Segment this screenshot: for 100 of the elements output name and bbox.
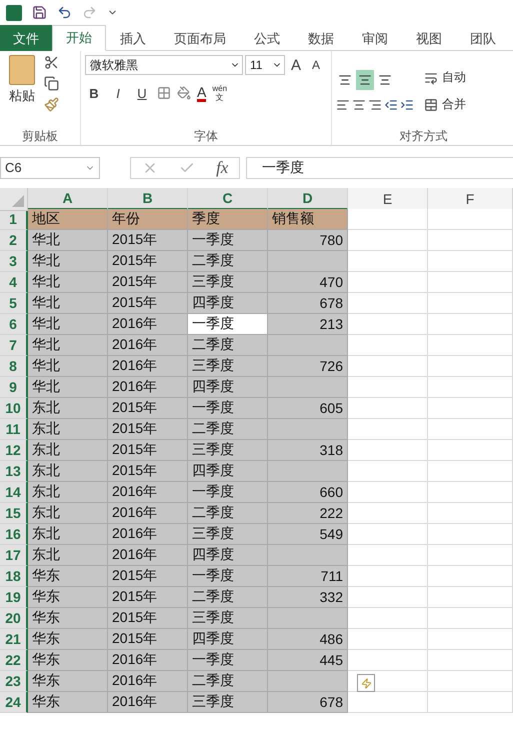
row-header[interactable]: 12 xyxy=(0,440,28,461)
cell-text: 华北 xyxy=(32,315,60,333)
copy-icon[interactable] xyxy=(44,76,59,91)
row-header[interactable]: 8 xyxy=(0,356,28,377)
cell-text: 470 xyxy=(320,274,343,290)
ribbon-tab[interactable]: 团队 xyxy=(456,25,510,51)
cell-text: 华北 xyxy=(32,231,60,249)
row-header[interactable]: 4 xyxy=(0,272,28,293)
insert-function-button[interactable]: fx xyxy=(216,158,228,178)
cell-text: 四季度 xyxy=(192,462,234,480)
cell-text: 549 xyxy=(320,526,343,542)
cell-text: 三季度 xyxy=(192,273,234,291)
ribbon-tab[interactable]: 公式 xyxy=(240,25,294,51)
ribbon-tab[interactable]: 视图 xyxy=(402,25,456,51)
cell-text: 四季度 xyxy=(192,378,234,396)
cell-text: 华东 xyxy=(32,630,60,648)
align-right-icon[interactable] xyxy=(368,98,382,112)
ribbon-tab[interactable]: 审阅 xyxy=(348,25,402,51)
row-header[interactable]: 13 xyxy=(0,461,28,482)
row-header[interactable]: 7 xyxy=(0,335,28,356)
row-header[interactable]: 2 xyxy=(0,230,28,251)
ribbon-tab[interactable]: 页面布局 xyxy=(160,25,240,51)
phonetic-button[interactable]: wén 文 xyxy=(212,84,228,102)
row-header[interactable]: 9 xyxy=(0,377,28,398)
column-header[interactable]: F xyxy=(428,188,513,210)
align-center-icon[interactable] xyxy=(352,98,366,112)
row-header[interactable]: 17 xyxy=(0,545,28,566)
cell-text: 一季度 xyxy=(192,567,234,585)
formula-input-field[interactable]: 一季度 xyxy=(246,156,513,178)
row-header[interactable]: 21 xyxy=(0,629,28,650)
row-header[interactable]: 18 xyxy=(0,566,28,587)
row-header[interactable]: 19 xyxy=(0,587,28,608)
name-box[interactable]: C6 xyxy=(0,156,100,178)
borders-icon[interactable] xyxy=(157,86,171,100)
row-header[interactable]: 15 xyxy=(0,503,28,524)
shrink-font-button[interactable]: A xyxy=(307,55,325,75)
merge-icon[interactable] xyxy=(424,98,438,112)
cell-text: 2015年 xyxy=(112,630,158,648)
row-header[interactable]: 24 xyxy=(0,692,28,713)
cell-text: 三季度 xyxy=(192,609,234,627)
ribbon-tab[interactable]: 数据 xyxy=(294,25,348,51)
row-header[interactable]: 10 xyxy=(0,398,28,419)
row-header[interactable]: 23 xyxy=(0,671,28,692)
indent-increase-icon[interactable] xyxy=(400,98,414,112)
cell-text: 2016年 xyxy=(112,378,158,396)
merge-button[interactable]: 合并 xyxy=(442,96,466,113)
indent-decrease-icon[interactable] xyxy=(384,98,398,112)
cell-text: 三季度 xyxy=(192,693,234,711)
italic-button[interactable]: I xyxy=(109,83,127,103)
row-header[interactable]: 1 xyxy=(0,209,28,230)
row-header[interactable]: 22 xyxy=(0,650,28,671)
column-header[interactable]: D xyxy=(268,188,348,210)
cell-text: 678 xyxy=(320,694,343,710)
cell-text: 东北 xyxy=(32,441,60,459)
cell-text: 2015年 xyxy=(112,252,158,270)
fill-color-icon[interactable] xyxy=(177,86,191,100)
wrap-text-button[interactable]: 自动 xyxy=(442,69,466,86)
quick-analysis-button[interactable] xyxy=(357,674,375,692)
cell-text: 2016年 xyxy=(112,546,158,564)
row-header[interactable]: 11 xyxy=(0,419,28,440)
cell-text: 2016年 xyxy=(112,357,158,375)
bold-button[interactable]: B xyxy=(85,83,103,103)
cell-text: 2015年 xyxy=(112,441,158,459)
cell-text: 东北 xyxy=(32,462,60,480)
scissors-icon[interactable] xyxy=(44,55,59,70)
font-name-field[interactable]: 微软雅黑 xyxy=(85,55,243,75)
row-header[interactable]: 16 xyxy=(0,524,28,545)
row-header[interactable]: 20 xyxy=(0,608,28,629)
cell-text: 2016年 xyxy=(112,651,158,669)
cell-text: 东北 xyxy=(32,399,60,417)
cell-text: 一季度 xyxy=(192,651,234,669)
cell-text: 华北 xyxy=(32,294,60,312)
row-header[interactable]: 6 xyxy=(0,314,28,335)
grow-font-button[interactable]: A xyxy=(287,55,305,75)
middle-align-button[interactable] xyxy=(356,70,374,90)
row-header[interactable]: 14 xyxy=(0,482,28,503)
underline-button[interactable]: U xyxy=(133,83,151,103)
row-header[interactable]: 3 xyxy=(0,251,28,272)
cell-text: 2015年 xyxy=(112,588,158,606)
cell-text: 东北 xyxy=(32,546,60,564)
paintbrush-icon[interactable] xyxy=(44,97,59,112)
column-header[interactable]: E xyxy=(348,188,428,210)
undo-icon[interactable] xyxy=(57,5,72,20)
paste-button[interactable]: 粘贴 xyxy=(4,55,40,127)
font-color-button[interactable]: A xyxy=(197,84,206,102)
group-title: 剪贴板 xyxy=(21,128,59,145)
row-header[interactable]: 5 xyxy=(0,293,28,314)
ribbon-tab[interactable]: 插入 xyxy=(106,25,160,51)
lines-icon xyxy=(358,73,372,87)
cell-text: 季度 xyxy=(192,210,220,228)
ribbon-tab[interactable]: 开始 xyxy=(52,25,106,51)
font-size-field[interactable]: 11 xyxy=(245,55,285,75)
align-left-icon[interactable] xyxy=(336,98,350,112)
column-header[interactable]: B xyxy=(108,188,188,210)
cell-text: 东北 xyxy=(32,420,60,438)
file-tab[interactable]: 文件 xyxy=(0,25,52,51)
column-header[interactable]: A xyxy=(28,188,108,210)
save-icon[interactable] xyxy=(32,5,47,20)
wrap-text-icon[interactable] xyxy=(424,70,438,84)
column-header[interactable]: C xyxy=(188,188,268,210)
